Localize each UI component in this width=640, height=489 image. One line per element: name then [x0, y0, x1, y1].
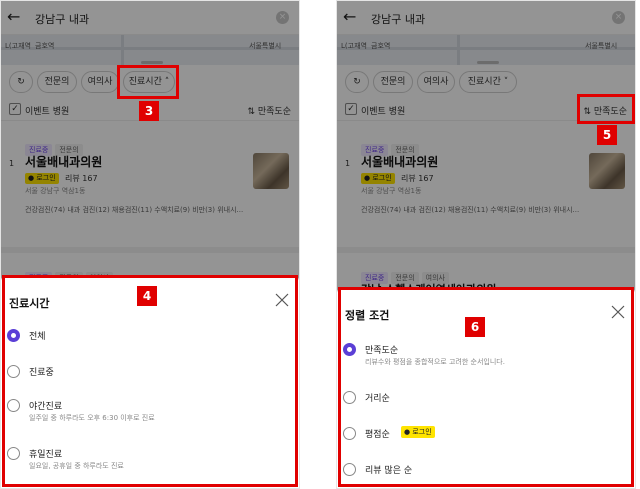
- annotation-box: [117, 65, 179, 99]
- annotation-label: 5: [597, 125, 617, 145]
- annotation-box: [338, 287, 634, 487]
- annotation-label: 4: [137, 286, 157, 306]
- annotation-box: [577, 94, 635, 124]
- annotation-label: 6: [465, 317, 485, 337]
- right-screen: ← 강남구 내과 × L(고재역 금호역 서울특별시 ↻ 전문의 여의사 진료시…: [336, 0, 636, 489]
- annotation-label: 3: [139, 101, 159, 121]
- annotation-box: [2, 275, 298, 487]
- left-screen: ← 강남구 내과 × L(고재역 금호역 서울특별시 ↻ 전문의 여의사 진료시…: [0, 0, 300, 489]
